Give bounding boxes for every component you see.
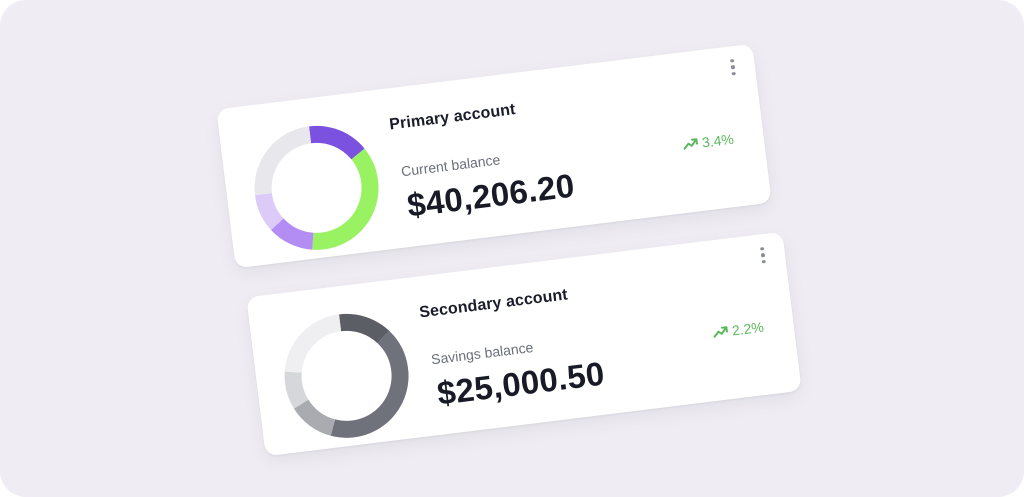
donut-svg <box>254 125 379 250</box>
trend-up-icon <box>713 326 729 338</box>
background-panel: Primary account Current balance $40,206.… <box>0 0 1024 497</box>
balance-label: Current balance <box>400 151 502 180</box>
balance-label: Savings balance <box>430 338 535 368</box>
change-value: 2.2% <box>731 318 765 339</box>
trend-up-icon <box>683 138 699 150</box>
secondary-account-donut-chart <box>277 307 415 445</box>
balance-change: 2.2% <box>712 318 765 341</box>
primary-account-card[interactable]: Primary account Current balance $40,206.… <box>216 43 772 269</box>
more-vertical-icon[interactable] <box>724 55 743 79</box>
change-value: 3.4% <box>701 130 735 151</box>
secondary-account-card[interactable]: Secondary account Savings balance $25,00… <box>246 231 802 457</box>
more-vertical-icon[interactable] <box>754 243 773 267</box>
balance-change: 3.4% <box>682 130 735 153</box>
account-title: Secondary account <box>418 286 569 322</box>
donut-svg <box>284 313 409 438</box>
primary-account-donut-chart <box>247 119 385 257</box>
account-title: Primary account <box>388 101 517 134</box>
